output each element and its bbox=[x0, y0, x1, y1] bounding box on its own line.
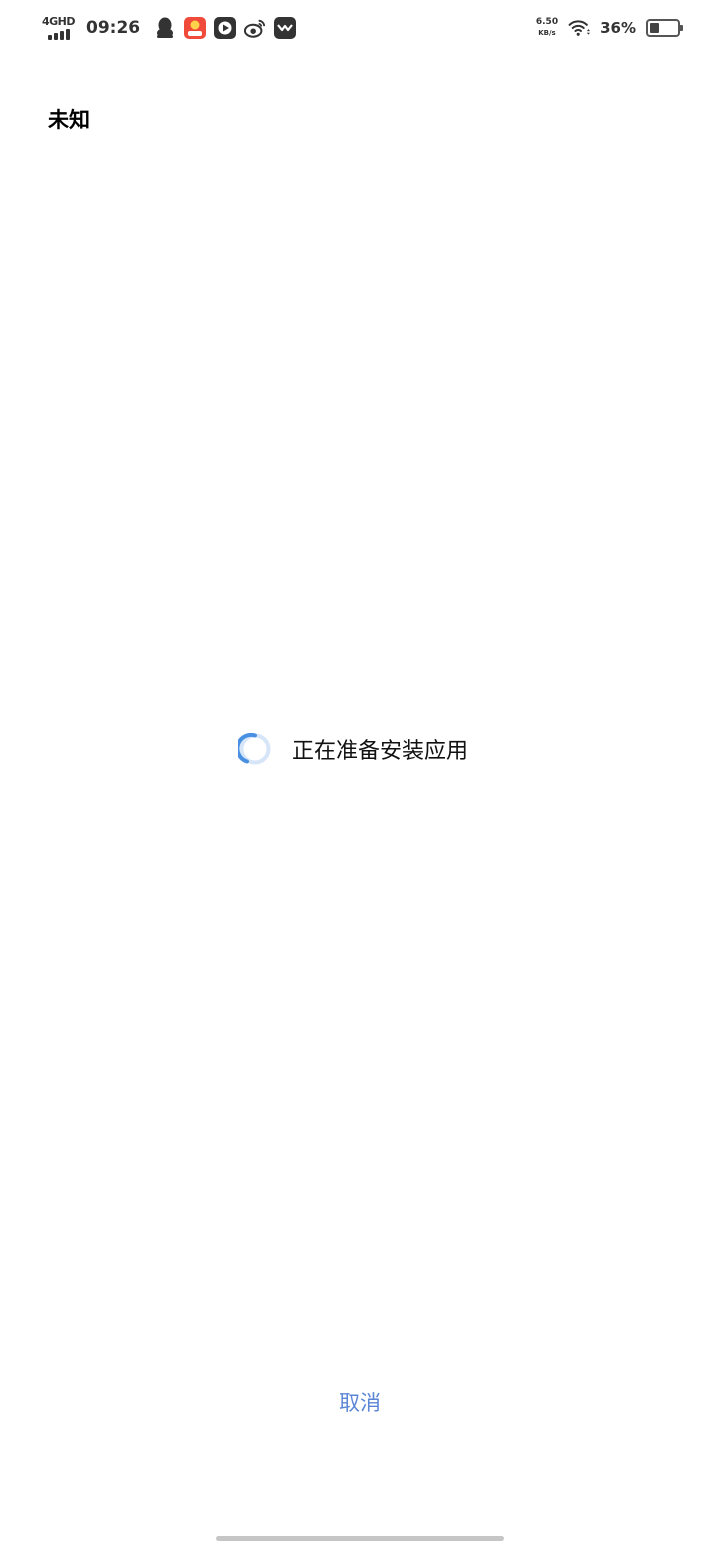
loading-spinner-icon bbox=[238, 732, 271, 765]
qq-icon bbox=[154, 17, 176, 39]
installer-screen: 4GHD 09:26 6.50 KB/s 36% 未知 正在准备安装应用 取消 bbox=[0, 0, 720, 1544]
network-speed-unit: KB/s bbox=[538, 29, 556, 37]
cancel-button[interactable]: 取消 bbox=[310, 1382, 410, 1422]
video-player-icon bbox=[214, 17, 237, 39]
cellular-signal-icon: 4GHD bbox=[42, 14, 76, 42]
page-title: 未知 bbox=[48, 108, 90, 132]
status-bar: 4GHD 09:26 6.50 KB/s 36% bbox=[0, 0, 720, 56]
home-indicator[interactable] bbox=[216, 1536, 504, 1541]
battery-icon bbox=[646, 19, 683, 37]
install-progress: 正在准备安装应用 bbox=[238, 730, 468, 768]
network-speed: 6.50 KB/s bbox=[536, 17, 558, 39]
clock: 09:26 bbox=[86, 18, 141, 38]
signal-bars bbox=[48, 29, 70, 40]
network-speed-value: 6.50 bbox=[535, 17, 559, 27]
status-bar-right: 6.50 KB/s 36% bbox=[536, 12, 683, 44]
wifi-icon bbox=[568, 17, 591, 39]
status-bar-left: 4GHD 09:26 bbox=[42, 12, 297, 44]
battery-percentage: 36% bbox=[600, 19, 636, 37]
shopping-app-icon bbox=[184, 17, 207, 39]
message-app-icon bbox=[274, 17, 297, 39]
battery-level-fill bbox=[650, 23, 659, 33]
install-status-text: 正在准备安装应用 bbox=[292, 739, 469, 764]
network-type-label: 4GHD bbox=[42, 15, 76, 28]
weibo-icon bbox=[244, 17, 266, 39]
